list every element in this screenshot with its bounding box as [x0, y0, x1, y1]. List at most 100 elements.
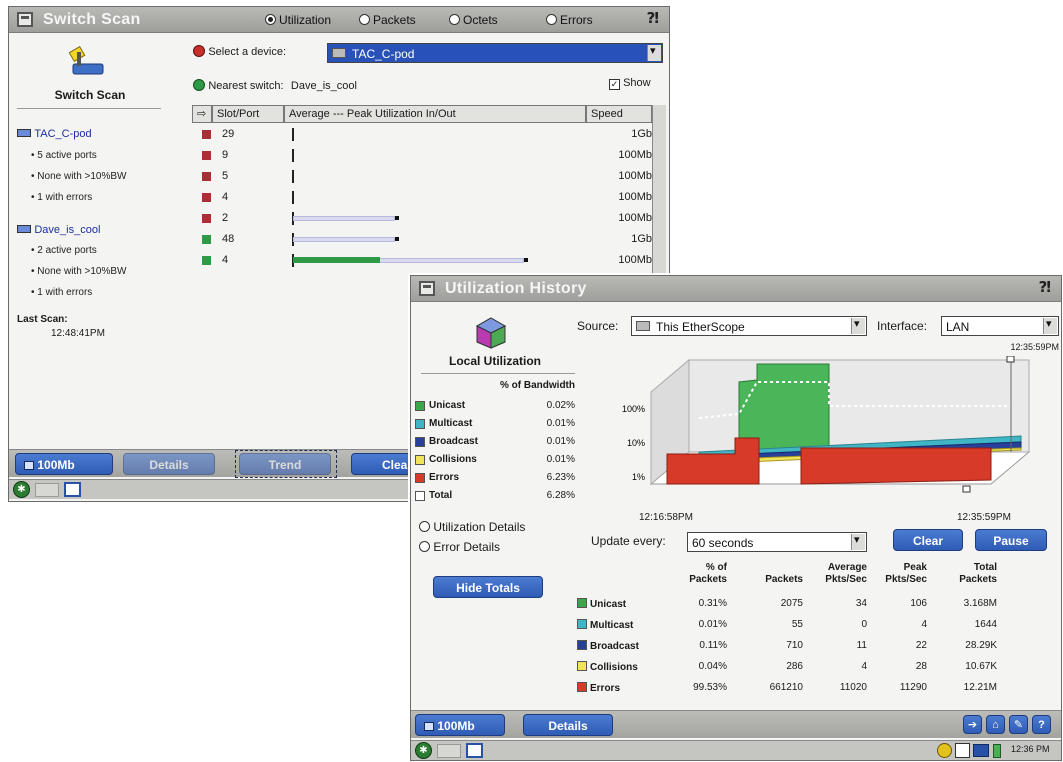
tray-network-icon[interactable] [973, 744, 989, 757]
tray-battery-icon[interactable] [993, 744, 1001, 758]
window-title: Utilization History [445, 280, 587, 297]
port-row[interactable]: 4 100Mb [192, 188, 652, 208]
update-interval-value: 60 seconds [692, 536, 754, 550]
details-button[interactable]: Details [523, 714, 613, 736]
legend-label: Unicast [429, 400, 466, 411]
device-item-tac-c-pod[interactable]: TAC_C-pod [17, 126, 92, 140]
context-help-icon[interactable]: ⁈ [1039, 278, 1051, 296]
adapter-icon [424, 722, 434, 731]
option-errors[interactable]: Errors [546, 13, 593, 27]
source-select[interactable]: This EtherScope [631, 316, 867, 336]
divider [421, 373, 575, 374]
column-header-slot[interactable]: Slot/Port [212, 105, 284, 123]
pause-button[interactable]: Pause [975, 529, 1047, 551]
chart-svg: 100% 10% 1% [622, 355, 1031, 493]
tools-icon[interactable]: ✎ [1009, 715, 1028, 734]
legend-value: 6.23% [546, 472, 575, 483]
table-header: Packets [765, 574, 803, 585]
port-row[interactable]: 48 1Gb [192, 230, 652, 250]
show-checkbox[interactable]: ✓ Show [609, 77, 651, 90]
port-slot: 2 [222, 212, 229, 224]
option-octets[interactable]: Octets [449, 13, 498, 27]
hide-totals-button[interactable]: Hide Totals [433, 576, 543, 598]
port-slot: 29 [222, 128, 235, 140]
device-detail: • None with >10%BW [31, 171, 127, 182]
chart-time-top: 12:35:59PM [1010, 342, 1059, 352]
option-utilization-details[interactable]: Utilization Details [419, 520, 525, 534]
legend-label: Multicast [429, 418, 473, 429]
chart-time-left: 12:16:58PM [639, 512, 693, 523]
util-baseline-marker [292, 128, 294, 141]
tray-globe-icon[interactable] [937, 743, 952, 758]
interface-select[interactable]: LAN [941, 316, 1059, 336]
context-help-icon[interactable]: ⁈ [647, 9, 659, 27]
legend-swatch [415, 473, 425, 483]
table-cell: 286 [786, 661, 803, 672]
sort-icon: ⇨ [197, 108, 207, 120]
option-utilization[interactable]: Utilization [265, 13, 331, 27]
help-icon[interactable]: ? [1032, 715, 1051, 734]
update-interval-select[interactable]: 60 seconds [687, 532, 867, 552]
chevron-down-icon[interactable] [647, 44, 661, 61]
radio-icon [419, 541, 430, 552]
chevron-down-icon[interactable] [1043, 317, 1057, 334]
home-icon[interactable]: ⌂ [986, 715, 1005, 734]
legend-swatch [415, 491, 425, 501]
window-menu-icon[interactable] [419, 281, 435, 296]
util-app-icon [473, 316, 509, 350]
start-icon[interactable]: ✱ [415, 742, 432, 759]
option-packets[interactable]: Packets [359, 13, 416, 27]
table-cell: 0.04% [698, 661, 727, 672]
sort-column-header[interactable]: ⇨ [192, 105, 212, 123]
column-header-utilization[interactable]: Average --- Peak Utilization In/Out [284, 105, 586, 123]
tray-lock-icon[interactable] [955, 743, 970, 758]
table-cell: 0.11% [699, 640, 727, 651]
port-row[interactable]: 29 1Gb [192, 125, 652, 145]
adapter-icon [24, 461, 34, 470]
avg-util-bar [293, 257, 380, 263]
device-link: Dave_is_cool [34, 224, 101, 236]
legend-item: Broadcast 0.01% [415, 434, 575, 450]
scrollbar[interactable] [652, 105, 666, 275]
table-cell: 22 [915, 640, 927, 651]
device-item-dave-is-cool[interactable]: Dave_is_cool [17, 222, 100, 236]
port-speed: 100Mb [618, 254, 652, 266]
y-tick-label: 1% [632, 472, 645, 482]
task-window-icon[interactable] [64, 482, 81, 497]
port-row[interactable]: 5 100Mb [192, 167, 652, 187]
window-menu-icon[interactable] [17, 12, 33, 27]
option-error-details[interactable]: Error Details [419, 540, 500, 554]
task-window-icon[interactable] [466, 743, 483, 758]
device-select[interactable]: TAC_C-pod [327, 43, 663, 63]
clock: 12:36 PM [1011, 744, 1050, 754]
legend-swatch [415, 419, 425, 429]
back-icon[interactable]: ➔ [963, 715, 982, 734]
column-header-speed[interactable]: Speed [586, 105, 652, 123]
port-status-icon [202, 151, 211, 160]
row-swatch [577, 661, 587, 671]
port-list: 29 1Gb 9 100Mb 5 100Mb 4 100Mb 2 100Mb 48 1Gb 4 100Mb [192, 125, 652, 275]
device-detail: • None with >10%BW [31, 266, 127, 277]
clear-button[interactable]: Clear [893, 529, 963, 551]
legend-swatch [415, 401, 425, 411]
last-scan-time: 12:48:41PM [51, 328, 105, 339]
table-cell: 0.31% [698, 598, 727, 609]
port-row[interactable]: 9 100Mb [192, 146, 652, 166]
speed-button[interactable]: 100Mb [15, 453, 113, 475]
task-button-inactive[interactable] [437, 744, 461, 758]
task-button-inactive[interactable] [35, 483, 59, 497]
home-icon[interactable]: ✱ [13, 481, 30, 498]
chevron-down-icon[interactable] [851, 533, 865, 550]
port-status-icon [202, 214, 211, 223]
port-row[interactable]: 2 100Mb [192, 209, 652, 229]
chevron-down-icon[interactable] [851, 317, 865, 334]
util-baseline-marker [292, 149, 294, 162]
trend-button[interactable]: Trend [239, 453, 331, 475]
table-header: % of Packets [689, 562, 727, 585]
details-button[interactable]: Details [123, 453, 215, 475]
table-header: Peak Pkts/Sec [885, 562, 927, 585]
time-cursor-handle-top [1006, 355, 1015, 363]
legend-item: Unicast 0.02% [415, 398, 575, 414]
speed-button[interactable]: 100Mb [415, 714, 505, 736]
port-row[interactable]: 4 100Mb [192, 251, 652, 271]
